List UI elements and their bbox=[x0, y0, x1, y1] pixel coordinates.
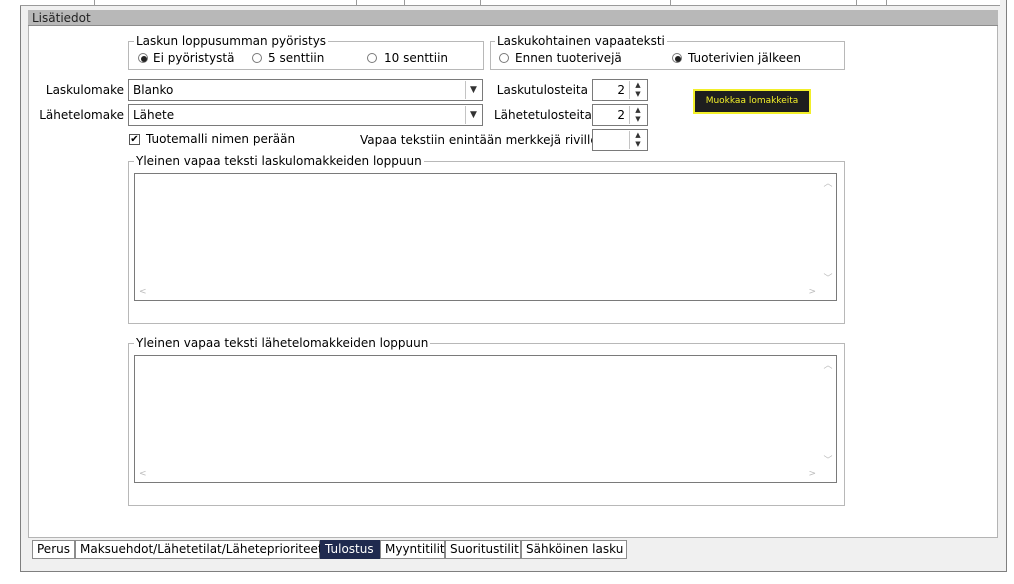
invoice-memo-textarea[interactable]: ︿ ﹀ < > bbox=[134, 173, 837, 301]
rounding-none-label: Ei pyöristystä bbox=[153, 51, 235, 65]
freetext-before-label: Ennen tuoterivejä bbox=[515, 51, 622, 65]
chevron-right-icon[interactable]: > bbox=[808, 466, 816, 482]
tab-sahkoinen-lasku[interactable]: Sähköinen lasku bbox=[521, 540, 627, 559]
top-field-divider bbox=[94, 0, 95, 6]
invoice-form-value: Blanko bbox=[133, 83, 174, 97]
invoice-form-label: Laskulomake bbox=[45, 83, 124, 97]
top-field-row bbox=[20, 0, 1000, 6]
rounding-10-radio[interactable] bbox=[367, 53, 377, 63]
spinner-arrows-icon[interactable]: ▲ ▼ bbox=[629, 106, 646, 124]
delivery-form-label: Lähetelomake bbox=[39, 108, 124, 122]
chevron-left-icon[interactable]: < bbox=[139, 284, 147, 300]
spinner-arrows-icon[interactable]: ▲ ▼ bbox=[629, 131, 646, 149]
top-field-divider bbox=[356, 0, 357, 6]
tab-perus[interactable]: Perus bbox=[32, 540, 75, 559]
freetext-group-title: Laskukohtainen vapaateksti bbox=[495, 34, 667, 48]
top-field-divider bbox=[404, 0, 405, 6]
delivery-memo-textarea[interactable]: ︿ ﹀ < > bbox=[134, 355, 837, 483]
chevron-down-icon[interactable]: ﹀ bbox=[820, 453, 836, 466]
invoice-copies-label: Laskutulosteita bbox=[496, 83, 588, 97]
max-chars-spinner[interactable]: ▲ ▼ bbox=[592, 129, 648, 151]
rounding-none-radio[interactable] bbox=[138, 53, 148, 63]
delivery-copies-spinner[interactable]: 2 ▲ ▼ bbox=[592, 104, 648, 126]
product-model-checkbox[interactable]: ✔ bbox=[129, 134, 140, 145]
invoice-copies-value: 2 bbox=[617, 83, 625, 97]
panel-title: Lisätiedot bbox=[28, 10, 998, 26]
invoice-copies-spinner[interactable]: 2 ▲ ▼ bbox=[592, 79, 648, 101]
delivery-copies-label: Lähetetulosteita bbox=[494, 108, 592, 122]
invoice-memo-title: Yleinen vapaa teksti laskulomakkeiden lo… bbox=[134, 154, 424, 168]
invoice-form-select[interactable]: Blanko ▼ bbox=[128, 79, 483, 101]
chevron-down-icon[interactable]: ▼ bbox=[465, 81, 481, 99]
product-model-label: Tuotemalli nimen perään bbox=[146, 132, 296, 146]
delivery-form-value: Lähete bbox=[133, 108, 175, 122]
rounding-5-radio[interactable] bbox=[252, 53, 262, 63]
tab-myyntitilit[interactable]: Myyntitilit bbox=[380, 540, 445, 559]
freetext-after-label: Tuoterivien jälkeen bbox=[688, 51, 801, 65]
chevron-left-icon[interactable]: < bbox=[139, 466, 147, 482]
chevron-right-icon[interactable]: > bbox=[808, 284, 816, 300]
tab-tulostus[interactable]: Tulostus bbox=[320, 540, 380, 559]
chevron-down-icon[interactable]: ﹀ bbox=[820, 271, 836, 284]
rounding-group-title: Laskun loppusumman pyöristys bbox=[134, 34, 329, 48]
delivery-memo-title: Yleinen vapaa teksti lähetelomakkeiden l… bbox=[134, 336, 431, 350]
top-field-divider bbox=[886, 0, 887, 6]
horizontal-scrollbar[interactable]: < > bbox=[135, 466, 820, 482]
vertical-scrollbar[interactable]: ︿ ﹀ bbox=[820, 356, 836, 466]
tab-suoritustilit[interactable]: Suoritustilit bbox=[445, 540, 521, 559]
top-field-divider bbox=[480, 0, 481, 6]
chevron-down-icon[interactable]: ▼ bbox=[465, 106, 481, 124]
max-chars-label: Vapaa tekstiin enintään merkkejä riville bbox=[360, 133, 598, 147]
freetext-before-radio[interactable] bbox=[499, 53, 509, 63]
chevron-up-icon[interactable]: ︿ bbox=[820, 176, 836, 189]
freetext-after-radio[interactable] bbox=[672, 53, 682, 63]
edit-forms-button[interactable]: Muokkaa lomakkeita bbox=[693, 89, 811, 114]
horizontal-scrollbar[interactable]: < > bbox=[135, 284, 820, 300]
spinner-arrows-icon[interactable]: ▲ ▼ bbox=[629, 81, 646, 99]
rounding-5-label: 5 senttiin bbox=[268, 51, 325, 65]
chevron-up-icon[interactable]: ︿ bbox=[820, 358, 836, 371]
top-field-divider bbox=[856, 0, 857, 6]
delivery-copies-value: 2 bbox=[617, 108, 625, 122]
rounding-10-label: 10 senttiin bbox=[384, 51, 449, 65]
vertical-scrollbar[interactable]: ︿ ﹀ bbox=[820, 174, 836, 284]
top-field-divider bbox=[670, 0, 671, 6]
tab-maksuehdot[interactable]: Maksuehdot/Lähetetilat/Läheteprioriteeti… bbox=[75, 540, 331, 559]
delivery-form-select[interactable]: Lähete ▼ bbox=[128, 104, 483, 126]
